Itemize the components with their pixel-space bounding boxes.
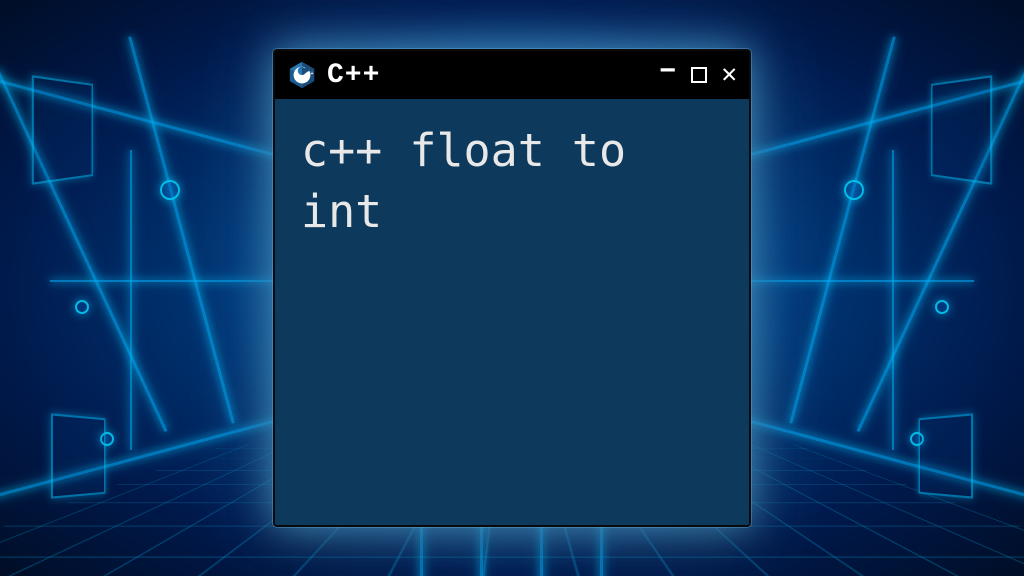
window-title: C++ [327, 60, 648, 91]
maximize-button[interactable] [691, 67, 707, 83]
close-button[interactable]: ✕ [721, 62, 737, 88]
titlebar[interactable]: + + C++ – ✕ [275, 51, 749, 99]
circuit-node [844, 180, 864, 200]
circuit-rect [32, 75, 93, 185]
minimize-button[interactable]: – [658, 54, 677, 86]
terminal-window: + + C++ – ✕ c++ float to int [273, 49, 751, 527]
circuit-node [75, 300, 89, 314]
circuit-rect [51, 413, 106, 498]
circuit-node [160, 180, 180, 200]
circuit-rect [918, 413, 973, 498]
circuit-rect [931, 75, 992, 185]
svg-text:+: + [306, 71, 309, 77]
terminal-content: c++ float to int [275, 99, 749, 525]
cpp-logo-icon: + + [287, 60, 317, 90]
svg-text:+: + [310, 71, 313, 77]
window-controls: – ✕ [658, 59, 737, 91]
circuit-node [935, 300, 949, 314]
